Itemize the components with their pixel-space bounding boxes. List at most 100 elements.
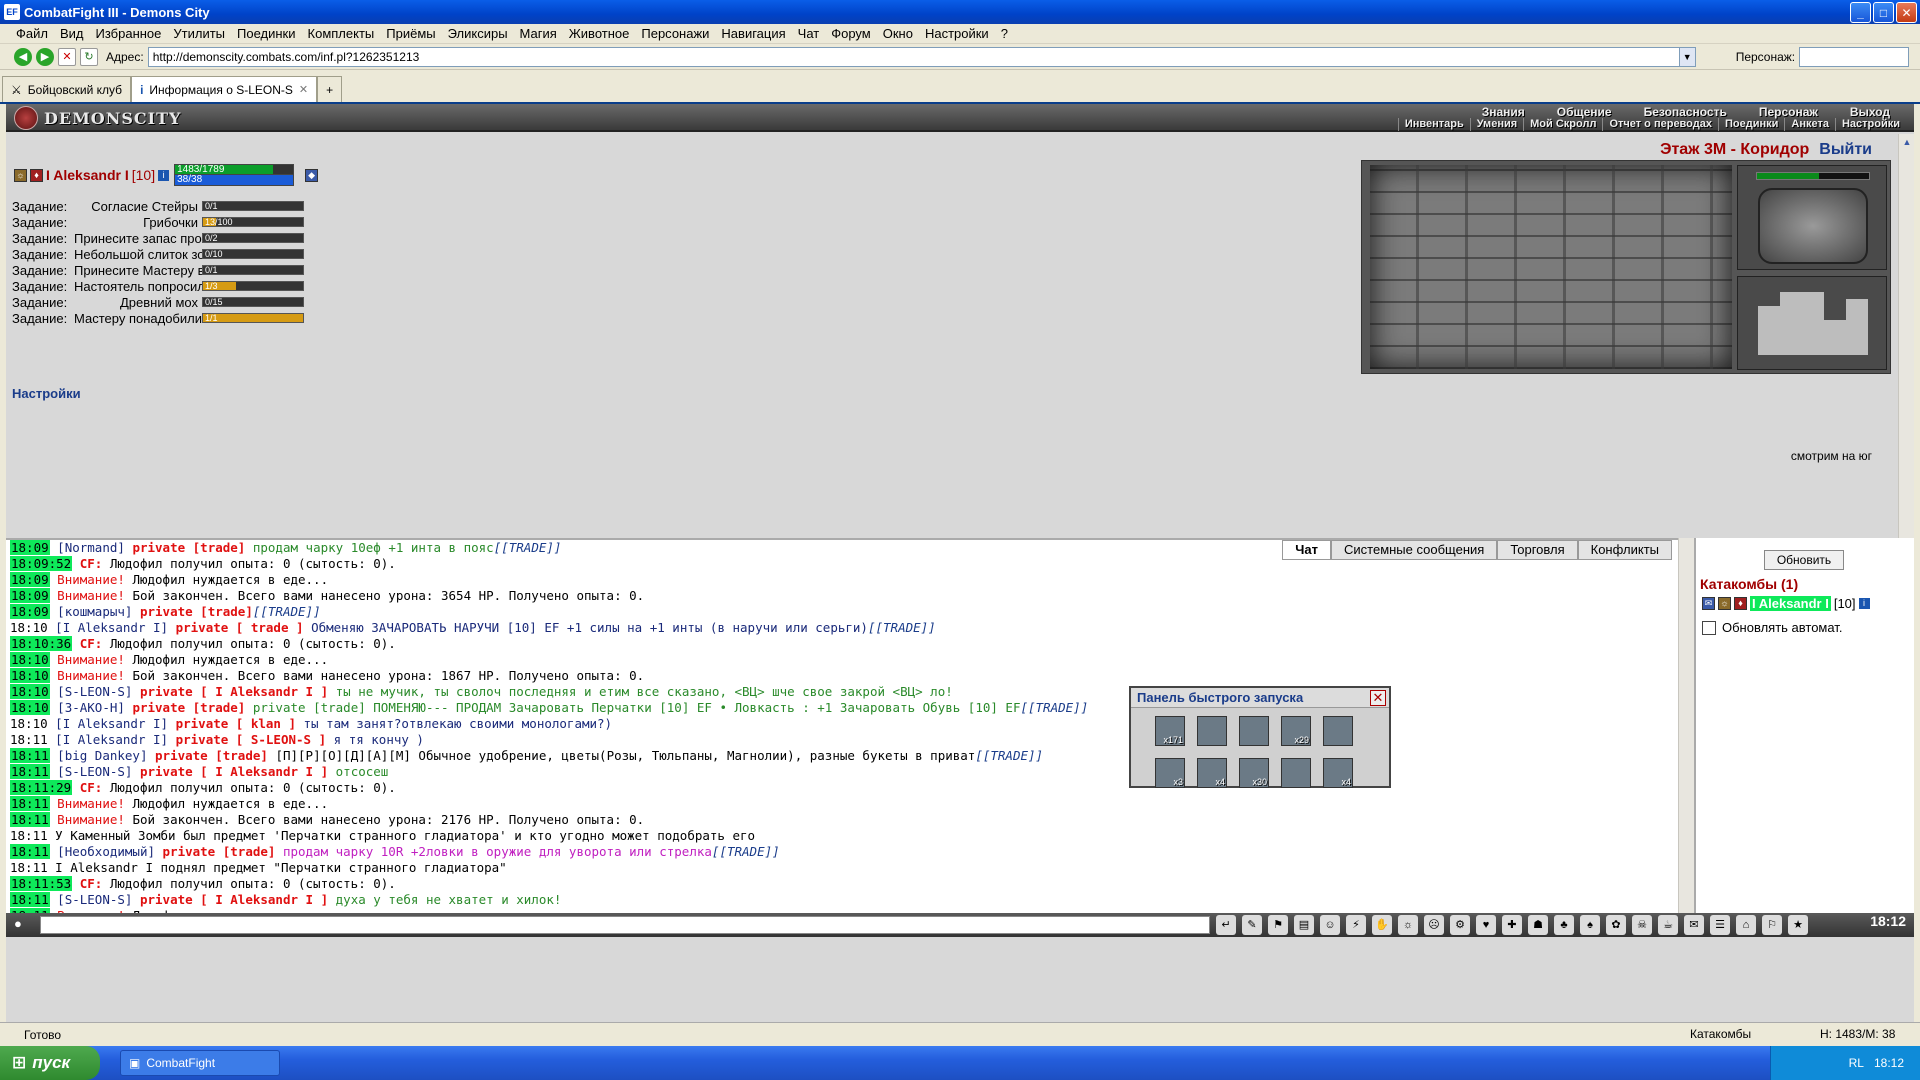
chat-timestamp[interactable]: 18:11 bbox=[10, 892, 50, 907]
chat-timestamp[interactable]: 18:11 bbox=[10, 732, 48, 747]
toolbar-icon[interactable]: ☗ bbox=[1528, 915, 1548, 935]
quick-slot[interactable] bbox=[1239, 716, 1269, 746]
chat-timestamp[interactable]: 18:09 bbox=[10, 572, 50, 587]
chat-timestamp[interactable]: 18:09 bbox=[10, 604, 50, 619]
subnav-item[interactable]: Настройки bbox=[1834, 118, 1906, 131]
menu-item[interactable]: Поединки bbox=[231, 24, 302, 44]
menu-item[interactable]: Персонажи bbox=[635, 24, 715, 44]
chat-timestamp[interactable]: 18:10 bbox=[10, 684, 50, 699]
toolbar-icon[interactable]: ↵ bbox=[1216, 915, 1236, 935]
quick-slot[interactable]: x4 bbox=[1323, 758, 1353, 788]
chat-segment[interactable]: [З-АКО-Н] bbox=[57, 700, 132, 715]
chat-timestamp[interactable]: 18:11 bbox=[10, 828, 48, 843]
toolbar-icon[interactable]: ✋ bbox=[1372, 915, 1392, 935]
chat-tab[interactable]: Конфликты bbox=[1577, 540, 1672, 560]
toolbar-icon[interactable]: ♠ bbox=[1580, 915, 1600, 935]
subnav-item[interactable]: Поединки bbox=[1717, 118, 1784, 131]
menu-item[interactable]: Магия bbox=[514, 24, 563, 44]
chat-timestamp[interactable]: 18:11 bbox=[10, 860, 48, 875]
toolbar-icon[interactable]: ⚑ bbox=[1268, 915, 1288, 935]
chat-segment[interactable]: private [ S-LEON-S ] bbox=[176, 732, 334, 747]
language-indicator[interactable]: RL bbox=[1849, 1056, 1864, 1070]
chat-timestamp[interactable]: 18:11:53 bbox=[10, 876, 73, 891]
chat-segment[interactable]: private [ trade ] bbox=[176, 620, 311, 635]
refresh-button[interactable]: Обновить bbox=[1764, 550, 1844, 570]
toolbar-icon[interactable]: ♥ bbox=[1476, 915, 1496, 935]
menu-item[interactable]: Животное bbox=[563, 24, 636, 44]
chat-timestamp[interactable]: 18:11 bbox=[10, 844, 50, 859]
menu-item[interactable]: Файл bbox=[10, 24, 54, 44]
menu-item[interactable]: Чат bbox=[792, 24, 826, 44]
chevron-down-icon[interactable]: ▼ bbox=[1679, 46, 1696, 67]
chat-timestamp[interactable]: 18:10 bbox=[10, 652, 50, 667]
chat-segment[interactable]: [кошмарыч] bbox=[57, 604, 140, 619]
navigation-control[interactable] bbox=[1758, 188, 1868, 264]
chat-timestamp[interactable]: 18:11 bbox=[10, 748, 50, 763]
forward-icon[interactable]: ▶ bbox=[36, 47, 54, 66]
menu-item[interactable]: Окно bbox=[877, 24, 919, 44]
player-name[interactable]: I Aleksandr I bbox=[46, 167, 129, 183]
chat-segment[interactable]: [Необходимый] bbox=[57, 844, 162, 859]
subnav-item[interactable]: Мой Скролл bbox=[1523, 118, 1602, 131]
chat-timestamp[interactable]: 18:11 bbox=[10, 812, 50, 827]
chat-segment[interactable]: private [trade] bbox=[132, 540, 252, 555]
menu-item[interactable]: Вид bbox=[54, 24, 90, 44]
exit-link[interactable]: Выйти bbox=[1819, 141, 1872, 158]
chat-timestamp[interactable]: 18:10:36 bbox=[10, 636, 73, 651]
quick-slot[interactable]: x171 bbox=[1155, 716, 1185, 746]
toolbar-icon[interactable]: ☺ bbox=[1320, 915, 1340, 935]
subnav-item[interactable]: Умения bbox=[1469, 118, 1523, 131]
quick-slot[interactable]: x30 bbox=[1239, 758, 1269, 788]
toolbar-icon[interactable]: ★ bbox=[1788, 915, 1808, 935]
menu-item[interactable]: Навигация bbox=[715, 24, 791, 44]
chat-timestamp[interactable]: 18:10 bbox=[10, 716, 48, 731]
chat-segment[interactable]: private [trade] bbox=[163, 844, 283, 859]
chat-mode-icon[interactable]: ● bbox=[14, 916, 22, 931]
toolbar-icon[interactable]: ✿ bbox=[1606, 915, 1626, 935]
menu-item[interactable]: Форум bbox=[825, 24, 877, 44]
toolbar-icon[interactable]: ⚐ bbox=[1762, 915, 1782, 935]
quest-name[interactable]: Мастеру понадобились... bbox=[74, 311, 202, 326]
toolbar-icon[interactable]: ⚡ bbox=[1346, 915, 1366, 935]
menu-item[interactable]: Эликсиры bbox=[442, 24, 514, 44]
toolbar-icon[interactable]: ✎ bbox=[1242, 915, 1262, 935]
quest-name[interactable]: Настоятель попросил ... bbox=[74, 279, 202, 294]
private-icon[interactable]: ✉ bbox=[1702, 597, 1715, 610]
chat-segment[interactable]: CF: bbox=[80, 876, 110, 891]
chat-segment[interactable]: [I Aleksandr I] bbox=[55, 620, 175, 635]
refresh-icon[interactable]: ↻ bbox=[80, 47, 98, 66]
address-input[interactable] bbox=[147, 46, 1680, 67]
close-tab-icon[interactable]: ✕ bbox=[299, 83, 308, 96]
quick-slot[interactable]: x4 bbox=[1197, 758, 1227, 788]
quest-name[interactable]: Согласие Стейры bbox=[74, 199, 202, 214]
chat-timestamp[interactable]: 18:10 bbox=[10, 668, 50, 683]
chat-timestamp[interactable]: 18:10 bbox=[10, 700, 50, 715]
chat-segment[interactable]: [S-LEON-S] bbox=[57, 892, 140, 907]
menu-item[interactable]: Комплекты bbox=[302, 24, 381, 44]
new-tab-button[interactable]: + bbox=[317, 76, 343, 102]
chat-segment[interactable]: CF: bbox=[80, 780, 110, 795]
start-button[interactable]: ⊞ пуск bbox=[0, 1046, 100, 1080]
toolbar-icon[interactable]: ♣ bbox=[1554, 915, 1574, 935]
tab-fight-club[interactable]: ⚔ Бойцовский клуб bbox=[2, 76, 132, 102]
menu-item[interactable]: Настройки bbox=[919, 24, 995, 44]
scroll-up-icon[interactable]: ▲ bbox=[1899, 134, 1915, 150]
maximize-button[interactable]: □ bbox=[1873, 2, 1894, 23]
subnav-item[interactable]: Инвентарь bbox=[1397, 118, 1470, 131]
chat-segment[interactable]: private [trade] bbox=[155, 748, 275, 763]
toolbar-icon[interactable]: ☠ bbox=[1632, 915, 1652, 935]
chat-tab[interactable]: Чат bbox=[1282, 540, 1331, 560]
quick-slot[interactable] bbox=[1197, 716, 1227, 746]
chat-timestamp[interactable]: 18:10 bbox=[10, 620, 48, 635]
info-icon[interactable]: i bbox=[158, 169, 170, 181]
chat-segment[interactable]: [S-LEON-S] bbox=[57, 684, 140, 699]
toolbar-icon[interactable]: ☹ bbox=[1424, 915, 1444, 935]
subnav-item[interactable]: Отчет о переводах bbox=[1602, 118, 1718, 131]
settings-link[interactable]: Настройки bbox=[12, 386, 81, 401]
quest-name[interactable]: Грибочки bbox=[74, 215, 202, 230]
chat-segment[interactable]: [Normand] bbox=[57, 540, 132, 555]
chat-segment[interactable]: private [trade] bbox=[132, 700, 252, 715]
subnav-item[interactable]: Анкета bbox=[1784, 118, 1835, 131]
quest-name[interactable]: Древний мох bbox=[74, 295, 202, 310]
chat-input[interactable] bbox=[40, 916, 1210, 934]
